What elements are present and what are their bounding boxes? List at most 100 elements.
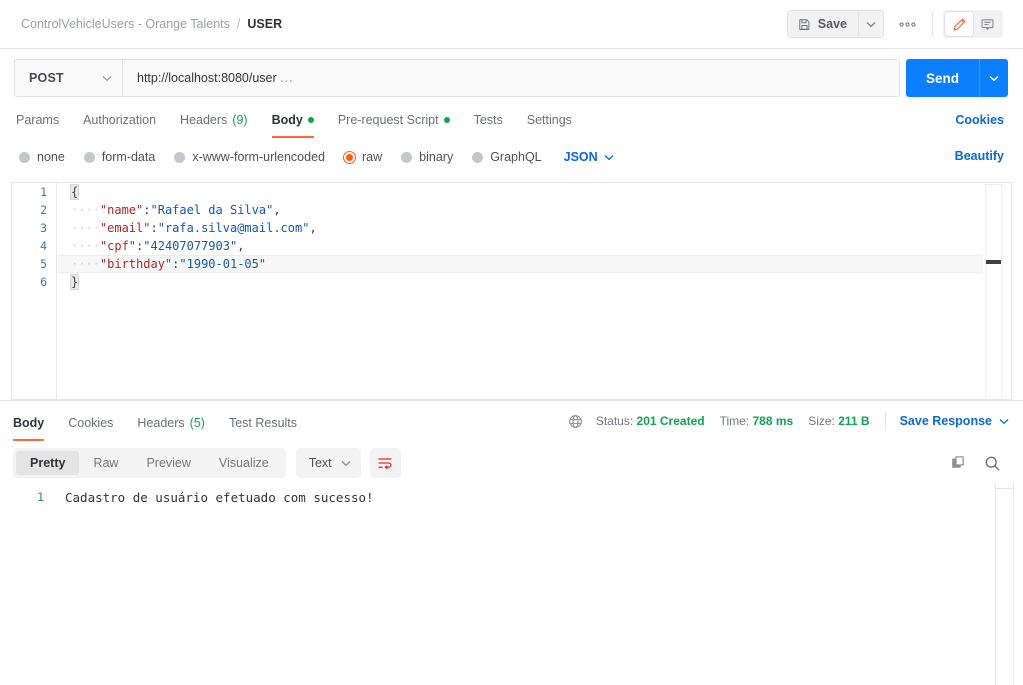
http-method-select[interactable]: POST [14,59,122,97]
response-tab-test-results-label: Test Results [228,416,298,430]
tab-pre-request-script[interactable]: Pre-request Script [326,105,462,135]
more-actions-button[interactable] [892,10,922,38]
request-tabs: Params Authorization Headers (9) Body Pr… [0,105,1023,138]
wrap-lines-icon [378,458,392,470]
cookies-link[interactable]: Cookies [955,113,1004,127]
body-type-graphql-label: GraphQL [490,150,542,164]
floppy-disk-icon [798,18,811,31]
view-mode-visualize[interactable]: Visualize [205,451,283,475]
chevron-down-icon [341,460,351,466]
comment-icon [981,18,994,30]
search-icon[interactable] [984,455,1001,472]
send-options-dropdown[interactable] [979,59,1008,97]
response-format-label: Text [308,456,332,470]
response-tab-headers-label: Headers [137,416,185,430]
body-type-graphql[interactable]: GraphQL [472,150,542,164]
response-tab-body-label: Body [13,416,45,430]
indent-guide: ···· [71,257,100,271]
url-truncation-ellipsis: ... [279,69,294,86]
wrap-lines-button[interactable] [369,448,401,478]
scrollbar-thumb[interactable] [986,260,1001,264]
edit-mode-button[interactable] [945,12,973,36]
body-type-form-data[interactable]: form-data [83,150,155,164]
pencil-icon [952,17,966,31]
indent-guide: ···· [71,203,100,217]
body-type-selector: none form-data x-www-form-urlencoded raw… [0,141,1023,173]
response-tab-test-results[interactable]: Test Results [217,408,309,438]
code-line-4: ····"cpf":"42407077903", [58,237,983,255]
tab-headers-label: Headers [180,113,228,127]
code-line-2: ····"name":"Rafael da Silva", [58,201,983,219]
json-key: "email" [99,221,151,235]
save-options-dropdown[interactable] [858,10,884,38]
response-tab-body[interactable]: Body [11,408,56,441]
comma: , [309,221,317,235]
response-divider [0,400,1023,401]
line-number: 6 [40,275,47,289]
editor-line-numbers: 1 2 3 4 5 6 [12,183,57,399]
tab-tests[interactable]: Tests [462,105,515,135]
response-tab-cookies[interactable]: Cookies [56,408,125,438]
response-format-select[interactable]: Text [295,448,361,478]
response-toolbar-icons [951,455,1023,472]
tab-authorization-label: Authorization [83,113,157,127]
tab-pre-request-script-label: Pre-request Script [337,113,439,127]
response-scrollbar-edge [1013,482,1014,685]
body-type-binary-label: binary [419,150,454,164]
save-button[interactable]: Save [786,10,858,38]
open-brace: { [69,184,80,200]
editor-scrollbar[interactable] [985,184,1002,398]
response-body-viewer[interactable]: 1 Cadastro de usuário efetuado com suces… [0,482,1023,685]
radio-icon [19,151,30,163]
radio-icon [472,151,484,163]
http-method-label: POST [29,71,64,85]
view-mode-pretty[interactable]: Pretty [16,451,80,475]
view-mode-preview[interactable]: Preview [132,451,204,475]
json-key: "name" [99,203,144,217]
indent-guide: ···· [71,239,100,253]
code-line-5: ····"birthday":"1990-01-05" [58,255,983,273]
raw-format-label: JSON [563,150,598,164]
raw-format-select[interactable]: JSON [564,150,614,164]
tab-body[interactable]: Body [260,105,326,138]
tab-params[interactable]: Params [14,105,71,135]
status-meta: Status: 201 Created [596,414,705,428]
json-value: "42407077903" [143,239,238,253]
body-type-raw[interactable]: raw [344,150,382,164]
line-number: 4 [40,239,47,253]
request-body-editor[interactable]: 1 2 3 4 5 6 { ····"name":"Rafael da Silv… [11,182,1012,400]
body-type-urlencoded[interactable]: x-www-form-urlencoded [174,150,325,164]
save-response-label: Save Response [899,414,992,428]
comments-button[interactable] [973,12,1001,36]
response-line-number: 1 [37,490,44,504]
url-input[interactable]: http://localhost:8080/user ... [122,59,900,97]
breadcrumb-separator: / [236,17,241,31]
send-button[interactable]: Send [906,59,979,97]
tab-settings[interactable]: Settings [515,105,584,135]
body-type-none[interactable]: none [19,150,65,164]
line-number: 2 [40,203,47,217]
view-mode-raw[interactable]: Raw [79,451,132,475]
beautify-link[interactable]: Beautify [955,149,1004,163]
status-label: Status: [595,414,634,428]
tab-headers[interactable]: Headers (9) [168,105,260,135]
response-line-numbers: 1 [0,482,54,685]
send-button-group: Send [906,59,1008,97]
url-input-group: POST http://localhost:8080/user ... [14,59,900,97]
editor-code-area[interactable]: { ····"name":"Rafael da Silva", ···· "ema… [58,183,983,399]
json-value: "Rafael da Silva" [150,203,274,217]
save-response-button[interactable]: Save Response [900,414,1009,428]
magnifier-glyph [985,456,1000,470]
chevron-down-icon [604,154,614,160]
size-value: 211 B [838,414,870,428]
body-type-binary[interactable]: binary [401,150,453,164]
tab-authorization[interactable]: Authorization [71,105,168,135]
radio-selected-icon [344,151,355,163]
copy-icon[interactable] [951,455,968,472]
response-scrollbar-track[interactable] [995,482,996,685]
breadcrumb-collection[interactable]: ControlVehicleUsers - Orange Talents [21,17,230,31]
save-button-group: Save [786,10,884,38]
response-body-text: Cadastro de usuário efetuado com sucesso… [65,490,374,505]
pre-request-indicator-dot [443,117,450,123]
response-tab-headers[interactable]: Headers (5) [125,408,217,438]
